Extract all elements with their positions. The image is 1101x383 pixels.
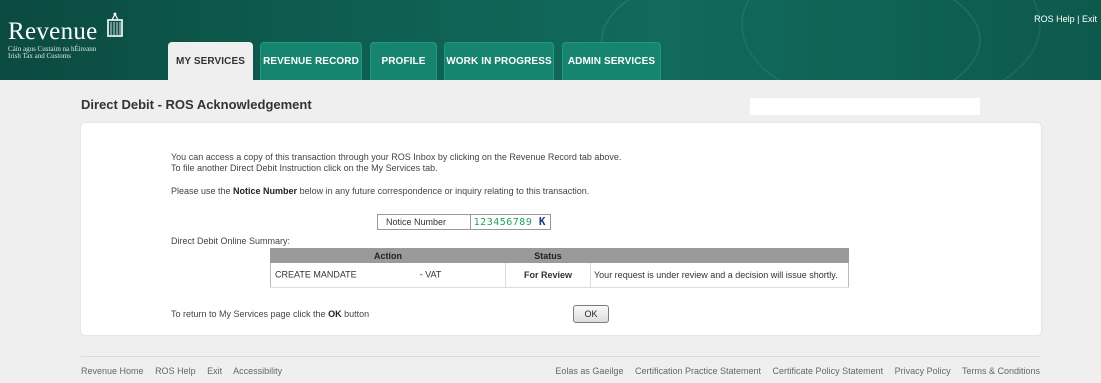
- tab-profile[interactable]: PROFILE: [370, 42, 437, 80]
- site-header: Revenue Cáin agus Custaim na hÉireann Ir…: [0, 0, 1101, 80]
- footer-link-privacy-policy[interactable]: Privacy Policy: [895, 366, 951, 376]
- footer-link-accessibility[interactable]: Accessibility: [233, 366, 282, 376]
- link-separator: |: [1077, 14, 1080, 24]
- footer-right-links: Eolas as Gaeilge Certification Practice …: [555, 366, 1040, 376]
- table-header-row: Action Status: [270, 248, 849, 263]
- ok-button[interactable]: OK: [573, 305, 609, 323]
- notice-number-value: 123456789 K: [471, 214, 551, 230]
- footer-link-ros-help[interactable]: ROS Help: [155, 366, 196, 376]
- column-header-status: Status: [505, 248, 591, 263]
- tab-work-in-progress[interactable]: WORK IN PROGRESS: [444, 42, 554, 80]
- title-bar-placeholder: [750, 98, 980, 115]
- notice-instruction-suffix: below in any future correspondence or in…: [297, 186, 590, 196]
- action-prefix: CREATE MANDATE: [275, 269, 357, 280]
- column-header-action: Action: [270, 248, 506, 263]
- header-decoration: [741, 0, 1041, 80]
- notice-check-char: K: [538, 215, 546, 228]
- action-cell: CREATE MANDATE - VAT: [270, 262, 506, 288]
- ros-help-link[interactable]: ROS Help: [1034, 14, 1075, 24]
- tab-my-services[interactable]: MY SERVICES: [168, 42, 253, 80]
- action-suffix: - VAT: [419, 269, 442, 280]
- return-prefix: To return to My Services page click the: [171, 309, 329, 319]
- notice-number: 123456789: [473, 217, 533, 228]
- footer-link-terms[interactable]: Terms & Conditions: [962, 366, 1040, 376]
- column-header-description: [590, 248, 849, 263]
- logo-text: Revenue: [8, 18, 98, 45]
- status-description: Your request is under review and a decis…: [590, 262, 849, 288]
- page-title: Direct Debit - ROS Acknowledgement: [81, 97, 312, 112]
- harp-icon: [106, 12, 124, 38]
- return-bold: OK: [328, 309, 342, 319]
- table-row: CREATE MANDATE - VAT For Review Your req…: [270, 262, 849, 288]
- logo-subtitle-english: Irish Tax and Customs: [8, 52, 71, 60]
- footer-link-revenue-home[interactable]: Revenue Home: [81, 366, 144, 376]
- tab-revenue-record[interactable]: REVENUE RECORD: [260, 42, 362, 80]
- notice-instruction-bold: Notice Number: [233, 186, 298, 196]
- notice-instruction-prefix: Please use the: [171, 186, 234, 196]
- return-suffix: button: [341, 309, 370, 319]
- summary-label: Direct Debit Online Summary:: [171, 236, 291, 246]
- info-text-line2: To file another Direct Debit Instruction…: [171, 163, 438, 173]
- redacted-field: [359, 268, 418, 282]
- exit-link[interactable]: Exit: [1082, 14, 1097, 24]
- footer-link-certification-practice[interactable]: Certification Practice Statement: [635, 366, 761, 376]
- return-instruction: To return to My Services page click the …: [171, 309, 369, 319]
- info-text-line1: You can access a copy of this transactio…: [171, 152, 622, 162]
- footer-divider: [81, 356, 1041, 357]
- revenue-logo[interactable]: Revenue Cáin agus Custaim na hÉireann Ir…: [8, 12, 124, 60]
- status-badge: For Review: [505, 262, 591, 288]
- top-links: ROS Help | Exit: [1034, 14, 1097, 24]
- tab-admin-services[interactable]: ADMIN SERVICES: [562, 42, 661, 80]
- footer-link-exit[interactable]: Exit: [207, 366, 222, 376]
- notice-instruction: Please use the Notice Number below in an…: [171, 186, 589, 196]
- notice-number-label: Notice Number: [377, 214, 471, 230]
- summary-table: Action Status CREATE MANDATE - VAT For R…: [270, 248, 849, 288]
- footer-link-eolas-as-gaeilge[interactable]: Eolas as Gaeilge: [555, 366, 623, 376]
- footer-left-links: Revenue Home ROS Help Exit Accessibility: [81, 366, 282, 376]
- footer-link-certificate-policy[interactable]: Certificate Policy Statement: [773, 366, 884, 376]
